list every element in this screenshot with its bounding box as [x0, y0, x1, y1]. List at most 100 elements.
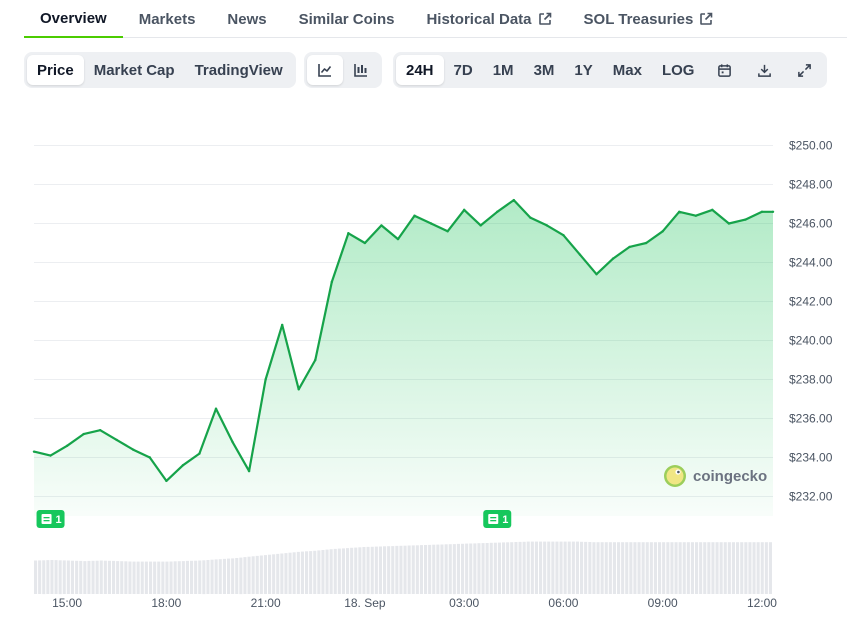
y-tick-label: $232.00: [789, 490, 833, 504]
volume-bar: [169, 561, 173, 594]
volume-bar: [465, 543, 469, 594]
volume-bar: [502, 542, 506, 594]
line-chart-button[interactable]: [307, 55, 343, 85]
volume-bar: [662, 542, 666, 594]
range-7d-button[interactable]: 7D: [444, 55, 483, 85]
volume-bar: [362, 547, 366, 594]
volume-bar: [46, 560, 50, 594]
tradingview-button[interactable]: TradingView: [185, 55, 293, 85]
volume-bar: [518, 541, 522, 594]
tab-label: Historical Data: [426, 10, 532, 28]
range-max-button[interactable]: Max: [603, 55, 652, 85]
download-icon: [758, 64, 771, 77]
volume-bar: [596, 542, 600, 594]
volume-bar: [132, 561, 136, 594]
price-point: [744, 218, 747, 221]
volume-bar: [752, 542, 756, 594]
price-point: [165, 479, 168, 483]
section-tabs: Overview Markets News Similar Coins Hist…: [24, 0, 847, 38]
y-axis-labels: $232.00 $234.00 $236.00 $238.00 $240.00 $242.…: [789, 139, 833, 504]
volume-bar: [731, 542, 735, 594]
range-24h-button[interactable]: 24H: [396, 55, 444, 85]
calendar-button[interactable]: [704, 55, 744, 85]
volume-bar: [120, 561, 124, 594]
volume-bar: [637, 542, 641, 594]
tab-historical-data[interactable]: Historical Data: [410, 0, 567, 38]
volume-bar: [452, 544, 456, 595]
download-button[interactable]: [744, 55, 784, 85]
price-point: [760, 210, 764, 213]
price-point: [694, 214, 697, 217]
volume-bar: [268, 554, 272, 594]
external-link-icon: [538, 12, 551, 25]
price-chart[interactable]: $232.00 $234.00 $236.00 $238.00 $240.00 $242.…: [0, 100, 847, 632]
x-tick-label: 03:00: [449, 596, 479, 610]
price-point: [678, 210, 681, 213]
view-toggle-group: Price Market Cap TradingView: [24, 52, 296, 88]
tab-markets[interactable]: Markets: [123, 0, 212, 38]
fullscreen-button[interactable]: [784, 55, 824, 85]
range-1m-button[interactable]: 1M: [483, 55, 524, 85]
volume-bar: [95, 560, 99, 594]
volume-bar: [87, 560, 91, 594]
volume-bar: [185, 560, 189, 594]
volume-bar: [149, 561, 153, 594]
volume-bars: [34, 541, 772, 595]
volume-bar: [272, 554, 276, 594]
volume-bar: [621, 542, 625, 594]
price-point: [529, 216, 532, 219]
volume-bar: [649, 542, 653, 594]
volume-bar: [383, 546, 387, 594]
volume-bar: [255, 555, 259, 594]
volume-bar: [231, 558, 235, 594]
price-point: [148, 456, 152, 459]
y-tick-label: $250.00: [789, 139, 833, 153]
volume-bar: [366, 546, 370, 594]
button-label: Max: [612, 61, 642, 79]
volume-bar: [575, 541, 579, 594]
market-cap-button[interactable]: Market Cap: [84, 55, 185, 85]
y-tick-label: $238.00: [789, 373, 833, 387]
range-3m-button[interactable]: 3M: [524, 55, 565, 85]
tab-similar-coins[interactable]: Similar Coins: [283, 0, 411, 38]
price-point: [347, 232, 350, 235]
volume-bar: [341, 548, 345, 594]
volume-bar: [239, 557, 243, 595]
volume-bar: [756, 542, 760, 594]
x-tick-label: 18. Sep: [344, 596, 386, 610]
volume-bar: [617, 542, 621, 594]
volume-bar: [653, 542, 657, 594]
volume-bar: [75, 560, 79, 594]
tab-news[interactable]: News: [211, 0, 282, 38]
price-point: [380, 224, 383, 227]
log-scale-button[interactable]: LOG: [652, 55, 705, 85]
volume-bar: [247, 556, 251, 594]
volume-bar: [296, 551, 300, 594]
volume-bar: [58, 560, 62, 595]
price-point: [611, 257, 615, 260]
price-area: [34, 200, 773, 516]
volume-bar: [419, 545, 423, 594]
range-1y-button[interactable]: 1Y: [564, 55, 602, 85]
volume-bar: [645, 542, 649, 594]
volume-bar: [140, 561, 144, 594]
price-point: [98, 429, 102, 432]
candlestick-chart-button[interactable]: [343, 55, 379, 85]
price-button[interactable]: Price: [27, 55, 84, 85]
volume-bar: [678, 542, 682, 594]
volume-bar: [481, 543, 485, 594]
tab-sol-treasuries[interactable]: SOL Treasuries: [568, 0, 730, 38]
volume-bar: [395, 545, 399, 594]
tab-overview[interactable]: Overview: [24, 0, 123, 38]
price-point: [462, 208, 466, 212]
volume-bar: [555, 541, 559, 594]
volume-bar: [625, 542, 629, 594]
volume-bar: [42, 560, 46, 595]
volume-bar: [210, 559, 214, 594]
volume-bar: [612, 542, 616, 594]
volume-bar: [493, 542, 497, 594]
x-tick-label: 18:00: [151, 596, 181, 610]
x-tick-label: 21:00: [251, 596, 281, 610]
volume-bar: [580, 541, 584, 594]
price-point: [644, 241, 648, 245]
